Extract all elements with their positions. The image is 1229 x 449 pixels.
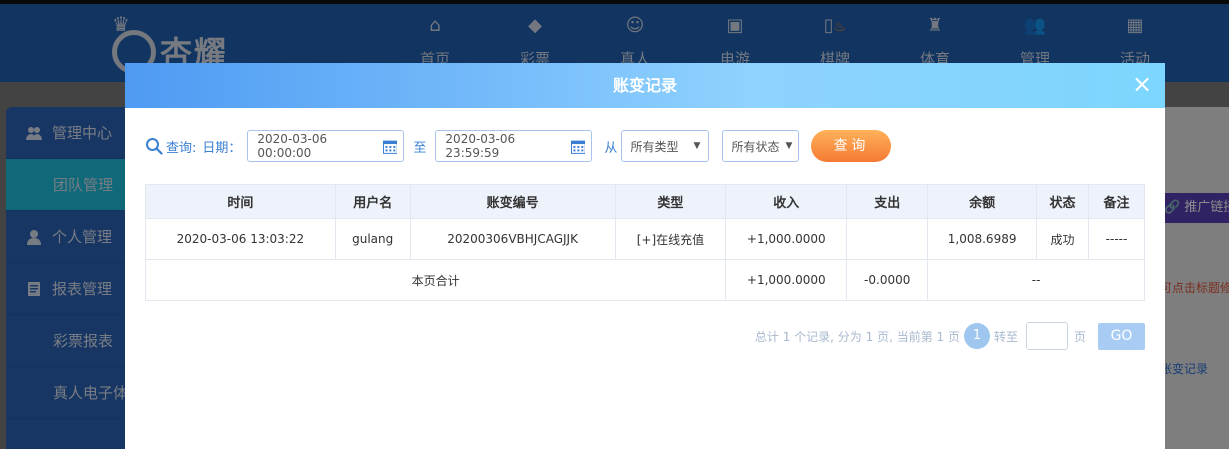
- col-remark: 备注: [1088, 184, 1145, 219]
- go-button[interactable]: GO: [1098, 322, 1145, 350]
- col-status: 状态: [1036, 184, 1090, 219]
- page-suffix: 页: [1073, 329, 1086, 344]
- col-expense: 支出: [846, 184, 929, 219]
- status-select[interactable]: 所有状态 ▼: [722, 130, 800, 162]
- cell-balance: 1,008.6989: [927, 218, 1038, 260]
- from-label: 从: [604, 140, 618, 156]
- caret-down-icon: ▼: [693, 141, 701, 151]
- status-select-value: 所有状态: [731, 139, 780, 154]
- close-icon[interactable]: ×: [1131, 72, 1153, 96]
- cell-username: gulang: [334, 218, 411, 260]
- table-header-row: 时间 用户名 账变编号 类型 收入 支出 余额 状态 备注: [145, 184, 1145, 219]
- col-balance: 余额: [927, 184, 1038, 219]
- table-row: 2020-03-06 13:03:22 gulang 20200306VBHJC…: [145, 218, 1145, 260]
- filter-bar: 查询: 日期： 2020-03-06 00:00:00 至 2020-03-06…: [145, 130, 892, 162]
- cell-record-id: 20200306VBHJCAGJJK: [409, 218, 616, 260]
- total-income: +1,000.0000: [725, 259, 848, 301]
- end-date-value: 2020-03-06 23:59:59: [445, 132, 516, 160]
- type-select-value: 所有类型: [630, 139, 679, 154]
- total-label: 本页合计: [144, 259, 727, 301]
- start-date-value: 2020-03-06 00:00:00: [257, 132, 328, 160]
- modal-title: 账变记录: [612, 76, 677, 95]
- table-total-row: 本页合计 +1,000.0000 -0.0000 --: [144, 259, 1145, 301]
- cell-time: 2020-03-06 13:03:22: [145, 218, 336, 260]
- modal-header: 账变记录 ×: [125, 63, 1165, 108]
- cell-remark: -----: [1088, 218, 1145, 260]
- cell-status: 成功: [1036, 218, 1090, 260]
- col-income: 收入: [725, 184, 848, 219]
- col-username: 用户名: [334, 184, 411, 219]
- goto-label: 转至: [993, 329, 1018, 344]
- query-label: 查询:: [166, 140, 197, 156]
- to-label: 至: [413, 140, 427, 156]
- pagination: 总计 1 个记录, 分为 1 页, 当前第 1 页 1 转至 页 GO: [755, 322, 1145, 350]
- pagination-summary: 总计 1 个记录, 分为 1 页, 当前第 1 页: [754, 329, 960, 344]
- calendar-icon: [570, 140, 586, 154]
- total-expense: -0.0000: [846, 259, 929, 301]
- caret-down-icon: ▼: [785, 141, 793, 151]
- end-date-input[interactable]: 2020-03-06 23:59:59: [435, 130, 593, 162]
- account-change-modal: 账变记录 × 查询: 日期： 2020-03-06 00:00:00 至 202…: [125, 63, 1165, 449]
- date-label: 日期：: [202, 140, 242, 156]
- records-table: 时间 用户名 账变编号 类型 收入 支出 余额 状态 备注 2020-03-06…: [144, 184, 1145, 301]
- calendar-icon: [382, 140, 398, 154]
- cell-expense: [846, 218, 929, 260]
- total-rest: --: [927, 259, 1145, 301]
- col-type: 类型: [614, 184, 727, 219]
- search-icon: [146, 138, 163, 155]
- cell-income: +1,000.0000: [725, 218, 848, 260]
- goto-page-input[interactable]: [1025, 322, 1068, 350]
- search-button[interactable]: 查询: [811, 130, 892, 162]
- col-time: 时间: [145, 184, 336, 219]
- type-select[interactable]: 所有类型 ▼: [621, 130, 710, 162]
- col-record-id: 账变编号: [409, 184, 616, 219]
- cell-type: [+]在线充值: [614, 218, 727, 260]
- start-date-input[interactable]: 2020-03-06 00:00:00: [247, 130, 405, 162]
- page-number-current[interactable]: 1: [963, 323, 990, 349]
